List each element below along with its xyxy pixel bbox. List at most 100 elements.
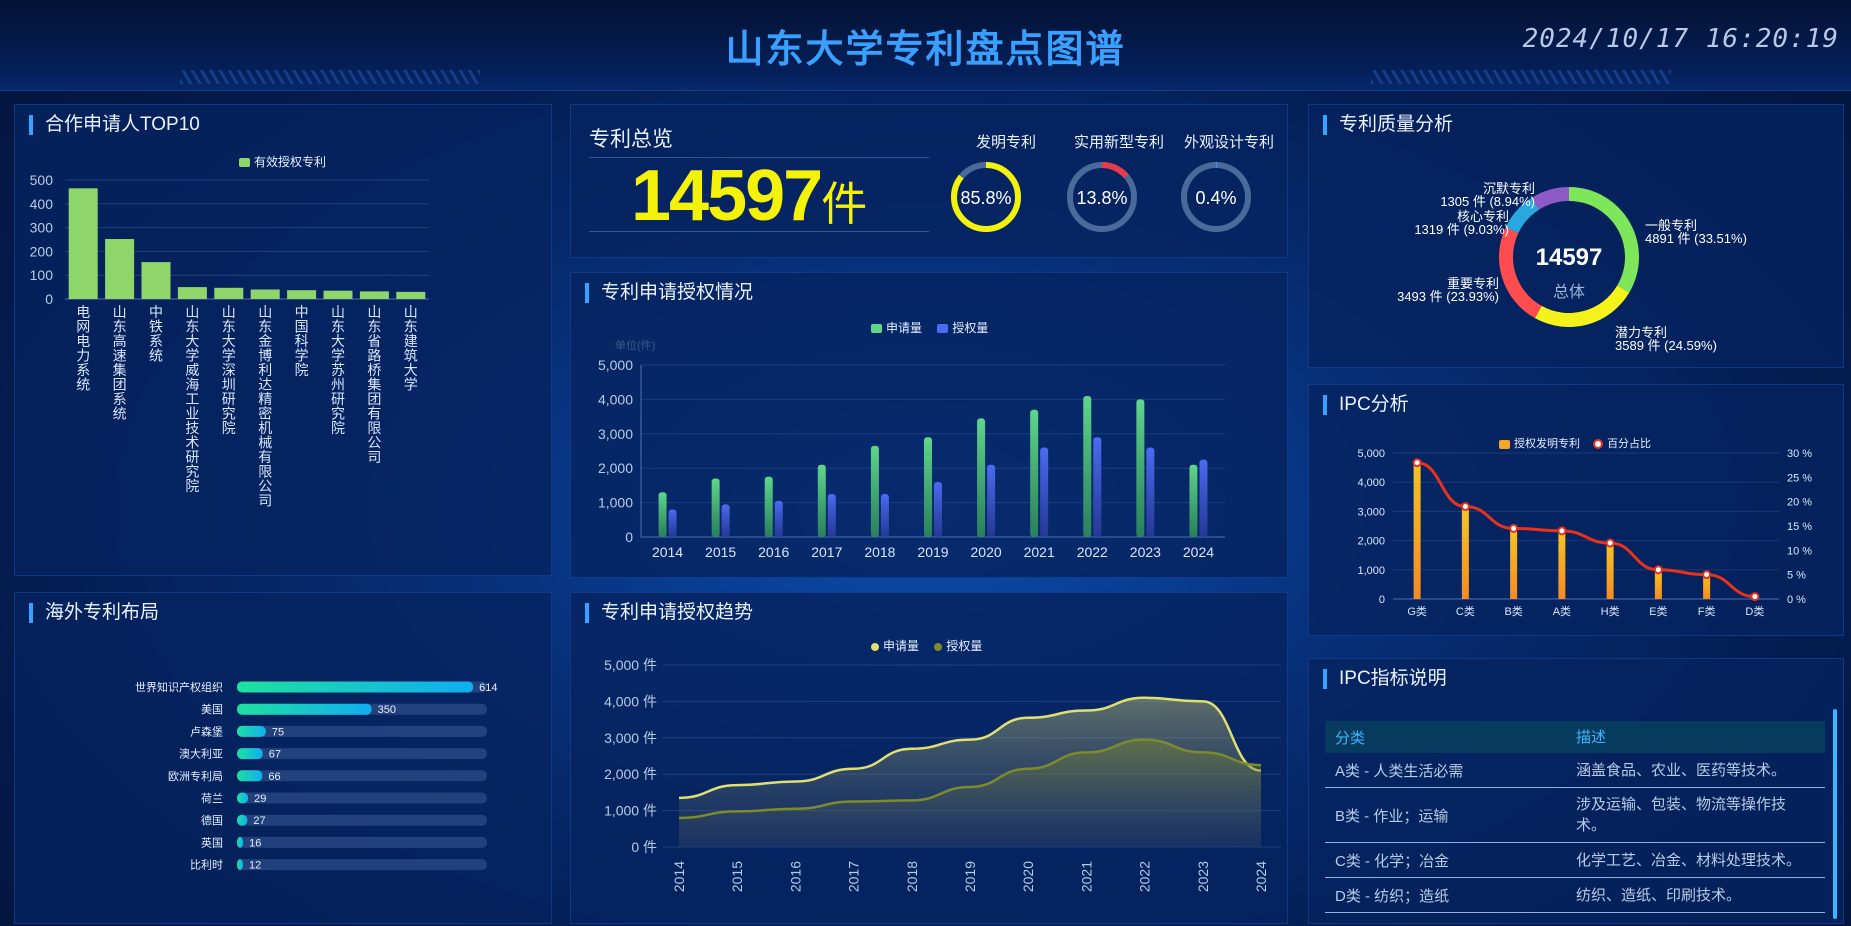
row-category: A类 - 人类生活必需 xyxy=(1335,762,1464,780)
x-tick-label: 电网电力系统 xyxy=(76,304,90,393)
bar-grant xyxy=(880,494,889,537)
gauge-value: 0.4% xyxy=(1195,188,1236,208)
bar xyxy=(141,262,171,299)
bar-value-label: 614 xyxy=(479,682,497,694)
y-tick-label: 4,000 件 xyxy=(604,693,657,709)
x-tick-label: 2019 xyxy=(917,544,948,560)
percent-point xyxy=(1412,458,1422,468)
bar-value xyxy=(237,859,243,871)
y2-tick-label: 25 % xyxy=(1787,472,1812,484)
gauge-value: 13.8% xyxy=(1076,188,1127,208)
y-tick-label: 1,000 xyxy=(1357,565,1385,577)
bar-grant xyxy=(827,494,836,537)
bar-value xyxy=(237,836,244,848)
y-tick-label: 1,000 xyxy=(598,495,633,511)
y-tick-label: 5,000 xyxy=(1357,448,1385,460)
bar-application xyxy=(1189,464,1198,537)
x-tick-label: E类 xyxy=(1649,604,1667,618)
y-tick-label: 0 件 xyxy=(631,839,657,855)
y-tick-label: 200 xyxy=(30,243,54,259)
bar-value-label: 66 xyxy=(268,771,280,783)
bar-value-label: 12 xyxy=(249,860,261,872)
y-tick-label: 3,000 xyxy=(1357,506,1385,518)
bar-grant xyxy=(1093,437,1102,537)
x-tick-label: 2017 xyxy=(846,861,862,892)
bar-category-label: 卢森堡 xyxy=(190,724,223,738)
x-tick-label: 山东大学苏州研究院 xyxy=(331,304,345,436)
bar-value xyxy=(237,770,263,782)
overseas-bar-chart: 世界知识产权组织 614 美国 350 卢森堡 75 澳大利亚 67 欧洲专利局 66 荷兰 29 德国… xyxy=(135,680,498,872)
grant-bar-chart: 0 1,000 2,000 3,000 4,000 5,000 2014 2015 2016 20… xyxy=(598,357,1225,560)
overview-gauges: 85.8% 13.8% 0.4% xyxy=(951,162,1251,232)
y-tick-label: 2,000 xyxy=(598,460,633,476)
bar-value xyxy=(237,814,248,826)
x-tick-label: 2014 xyxy=(671,861,687,892)
percent-point xyxy=(1750,592,1760,602)
y2-tick-label: 5 % xyxy=(1787,570,1806,582)
x-tick-label: 山东高速集团系统 xyxy=(113,304,127,422)
bar-grant xyxy=(987,464,996,537)
bar-grant xyxy=(1146,447,1155,537)
row-description: 纺织、造纸、印刷技术。 xyxy=(1576,886,1742,904)
x-tick-label: 2014 xyxy=(652,544,683,560)
x-tick-label: D类 xyxy=(1745,604,1764,618)
y-tick-label: 0 xyxy=(1379,594,1385,606)
panel-overseas: 海外专利布局 世界知识产权组织 614 美国 350 卢森堡 75 澳大利亚 67 欧洲专利局 6… xyxy=(14,592,552,924)
bar-category-label: 德国 xyxy=(201,813,223,827)
y-tick-label: 3,000 件 xyxy=(604,730,657,746)
bar-category-label: 荷兰 xyxy=(201,792,223,805)
x-tick-label: 2016 xyxy=(787,861,803,892)
panel-quality: 专利质量分析 14597 总体 一般专利 4891 件 (33.51%) 潜力专利 358… xyxy=(1308,104,1844,368)
bar-grant xyxy=(1040,447,1049,537)
x-tick-label: 山东建筑大学 xyxy=(404,304,418,393)
x-tick-label: 2018 xyxy=(864,544,895,560)
table-row: C类 - 化学；冶金 化学工艺、冶金、材料处理技术。 xyxy=(1325,843,1825,878)
bar-value-label: 350 xyxy=(378,704,396,716)
panel-grant: 专利申请授权情况 申请量 授权量 单位(件) 0 1,000 2,000 3,000 4… xyxy=(570,272,1288,578)
header-description: 描述 xyxy=(1576,728,1607,746)
percent-point xyxy=(1460,502,1470,512)
row-description: 化学工艺、冶金、材料处理技术。 xyxy=(1576,851,1802,869)
percent-point xyxy=(1557,526,1567,536)
x-tick-label: 2019 xyxy=(962,861,978,892)
y-tick-label: 500 xyxy=(30,172,54,188)
y2-tick-label: 10 % xyxy=(1787,545,1812,557)
y2-tick-label: 0 % xyxy=(1787,594,1806,606)
bar-grant xyxy=(721,504,730,537)
x-tick-label: 2023 xyxy=(1195,861,1211,892)
donut-label-value: 1319 件 (9.03%) xyxy=(1414,222,1509,237)
donut-center-value: 14597 xyxy=(1536,244,1603,271)
bar-grant xyxy=(668,509,677,537)
donut-center-label: 总体 xyxy=(1553,283,1585,301)
table-scrollbar[interactable] xyxy=(1833,709,1837,919)
y-tick-label: 4,000 xyxy=(598,391,633,407)
bar-category-label: 美国 xyxy=(201,703,223,716)
table-row: A类 - 人类生活必需 涵盖食品、农业、医药等技术。 xyxy=(1325,753,1825,788)
bar-value-label: 27 xyxy=(253,815,265,827)
x-tick-label: 2022 xyxy=(1137,861,1153,892)
panel-title-ipc-desc: IPC指标说明 xyxy=(1323,669,1447,689)
x-tick-label: 山东金博利达精密机械有限公司 xyxy=(258,304,272,509)
percent-point xyxy=(1509,523,1519,533)
bar-ipc xyxy=(1413,460,1421,599)
ipc-combo-chart: 0 1,000 2,000 3,000 4,000 5,000 0 % 5 % 10 % 15 %… xyxy=(1357,448,1812,618)
x-tick-label: 2020 xyxy=(1020,861,1036,892)
x-tick-label: A类 xyxy=(1553,604,1571,618)
bar-application xyxy=(870,445,879,537)
bar-track xyxy=(237,859,487,871)
bar xyxy=(396,291,426,299)
row-description: 涵盖食品、农业、医药等技术。 xyxy=(1576,761,1787,779)
bar-grant xyxy=(1199,459,1208,537)
x-tick-label: 2021 xyxy=(1024,544,1055,560)
x-tick-label: B类 xyxy=(1504,604,1522,618)
row-category: D类 - 纺织；造纸 xyxy=(1335,887,1450,905)
bar-application xyxy=(1030,409,1039,537)
header-datetime: 2024/10/17 16:20:19 xyxy=(1522,24,1839,54)
bar xyxy=(68,188,98,299)
donut-slice xyxy=(1569,187,1639,293)
bar-track xyxy=(237,836,487,848)
bar-value xyxy=(237,681,474,693)
bar xyxy=(214,287,244,299)
bar-track xyxy=(237,792,487,804)
y2-tick-label: 30 % xyxy=(1787,448,1812,460)
